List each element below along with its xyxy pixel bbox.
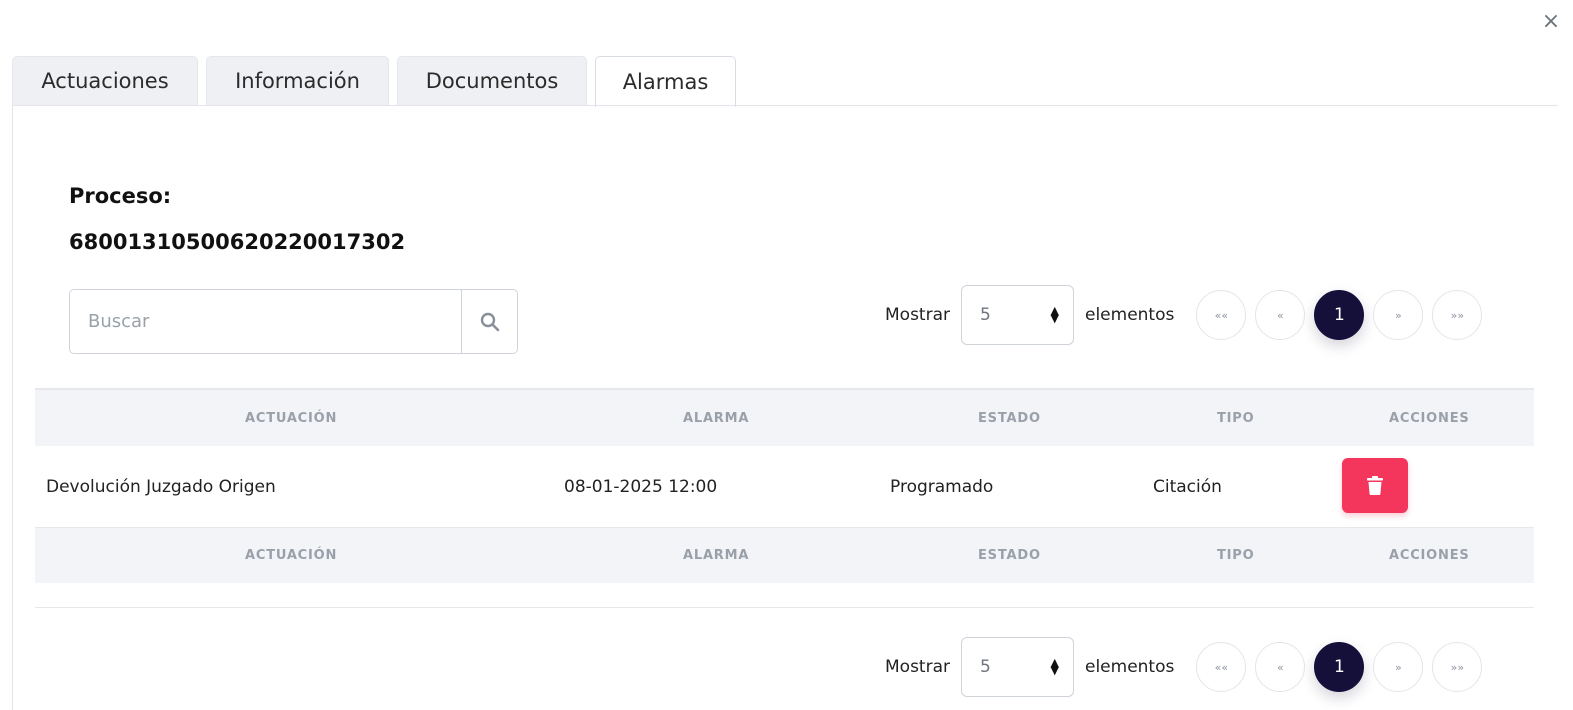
foot-col-estado: ESTADO [978, 548, 1041, 563]
search-button[interactable] [461, 290, 517, 353]
prev-page-button[interactable]: « [1255, 642, 1306, 692]
col-estado[interactable]: ESTADO [978, 390, 1041, 446]
pager-bottom: Mostrar 5 ▲ ▼ elementos «« « 1 » »» [885, 637, 1491, 697]
close-button[interactable]: × [1538, 8, 1564, 36]
cell-tipo: Citación [1153, 476, 1222, 497]
col-alarma[interactable]: ALARMA [683, 390, 749, 446]
divider [35, 607, 1534, 608]
show-label: Mostrar [885, 657, 950, 677]
tab-bar: Actuaciones Información Documentos Alarm… [12, 56, 744, 107]
page-size-select[interactable]: 5 ▲ ▼ [961, 285, 1074, 345]
search-icon [480, 312, 499, 331]
next-page-button[interactable]: » [1373, 290, 1424, 340]
prev-page-button[interactable]: « [1255, 290, 1306, 340]
pager-top: Mostrar 5 ▲ ▼ elementos «« « 1 » »» [885, 285, 1491, 345]
cell-estado: Programado [890, 476, 994, 497]
tab-actuaciones[interactable]: Actuaciones [12, 56, 198, 105]
foot-col-alarma: ALARMA [683, 548, 750, 563]
first-page-button[interactable]: «« [1196, 642, 1247, 692]
foot-col-actuacion: ACTUACIÓN [245, 548, 338, 563]
foot-col-tipo: TIPO [1217, 548, 1255, 563]
page-size-value: 5 [980, 305, 991, 325]
page-size-value: 5 [980, 657, 991, 677]
tab-alarmas[interactable]: Alarmas [595, 56, 736, 107]
select-arrows-icon: ▲ ▼ [1050, 656, 1059, 677]
first-page-button[interactable]: «« [1196, 290, 1247, 340]
show-label: Mostrar [885, 305, 950, 325]
col-acciones: ACCIONES [1389, 410, 1470, 426]
foot-col-acciones: ACCIONES [1389, 548, 1470, 563]
cell-alarma: 08-01-2025 12:00 [564, 476, 718, 497]
trash-icon [1367, 476, 1383, 495]
items-label: elementos [1085, 657, 1175, 677]
table-row: Devolución Juzgado Origen 08-01-2025 12:… [35, 446, 1534, 527]
proceso-label: Proceso: [69, 184, 172, 208]
last-page-button[interactable]: »» [1432, 642, 1483, 692]
select-arrows-icon: ▲ ▼ [1050, 304, 1059, 325]
search-input[interactable] [70, 290, 461, 353]
items-label: elementos [1085, 305, 1175, 325]
table-footer-header: ACTUACIÓN ALARMA ESTADO TIPO ACCIONES [35, 527, 1534, 583]
last-page-button[interactable]: »» [1432, 290, 1483, 340]
table-header: ACTUACIÓN ALARMA ESTADO TIPO ACCIONES [35, 388, 1534, 446]
proceso-number: 68001310500620220017302 [69, 230, 406, 254]
col-tipo[interactable]: TIPO [1217, 390, 1254, 446]
next-page-button[interactable]: » [1373, 642, 1424, 692]
search-box [69, 289, 518, 354]
cell-actuacion: Devolución Juzgado Origen [46, 476, 276, 497]
page-button-current[interactable]: 1 [1314, 642, 1365, 692]
tab-documentos[interactable]: Documentos [397, 56, 587, 105]
col-actuacion[interactable]: ACTUACIÓN [245, 390, 337, 446]
delete-alarm-button[interactable] [1342, 458, 1408, 513]
page-button-current[interactable]: 1 [1314, 290, 1365, 340]
tab-informacion[interactable]: Información [206, 56, 389, 105]
page-size-select[interactable]: 5 ▲ ▼ [961, 637, 1074, 697]
